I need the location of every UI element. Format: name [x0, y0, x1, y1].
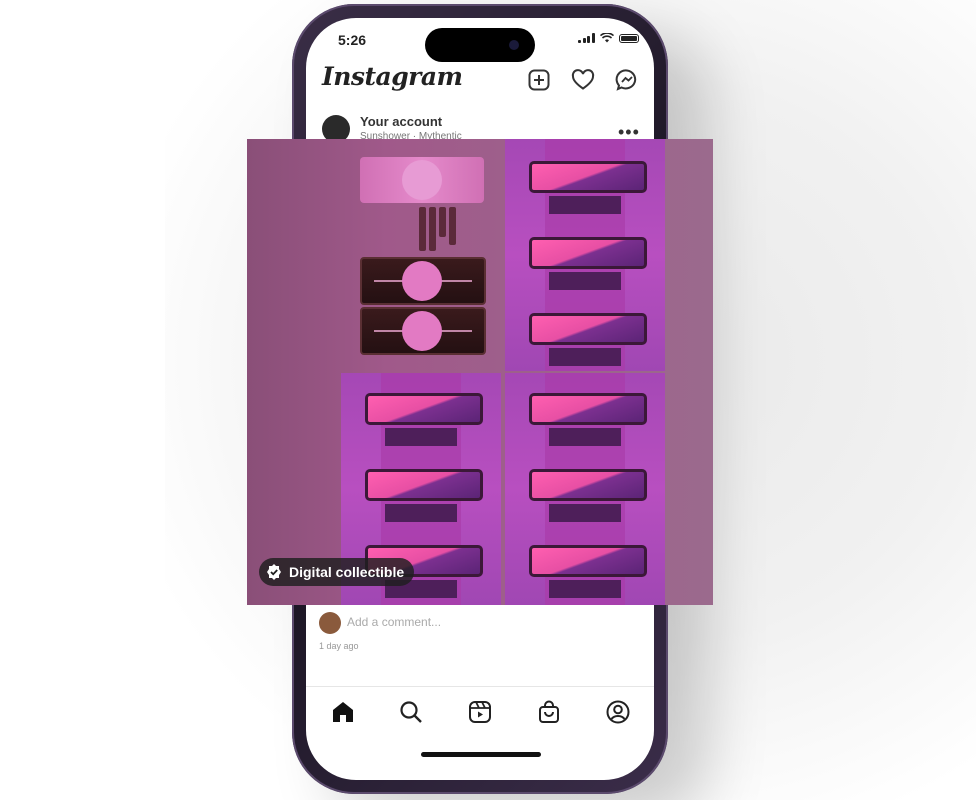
home-indicator[interactable]	[421, 752, 541, 757]
messenger-icon[interactable]	[615, 68, 639, 92]
status-icons	[578, 33, 639, 43]
art-control-panel	[360, 307, 486, 355]
dynamic-island	[425, 28, 535, 62]
art-top-panel	[360, 157, 484, 203]
badge-label: Digital collectible	[289, 564, 405, 580]
reels-icon[interactable]	[467, 699, 493, 725]
digital-collectible-badge[interactable]: Digital collectible	[259, 558, 415, 586]
post-timestamp: 1 day ago	[319, 641, 359, 651]
account-name[interactable]: Your account	[360, 114, 442, 129]
comment-input[interactable]: Add a comment...	[347, 615, 441, 629]
verified-shield-icon	[267, 564, 281, 580]
art-tile	[505, 373, 665, 605]
instagram-logo[interactable]: Instagram	[322, 62, 463, 91]
cellular-icon	[578, 33, 595, 43]
shop-icon[interactable]	[536, 699, 562, 725]
search-icon[interactable]	[398, 699, 424, 725]
post-image[interactable]	[247, 139, 713, 605]
home-icon[interactable]	[330, 699, 356, 725]
status-time: 5:26	[338, 32, 367, 48]
wifi-icon	[599, 33, 614, 43]
heart-icon[interactable]	[571, 68, 595, 92]
profile-icon[interactable]	[605, 699, 631, 725]
comment-avatar	[319, 612, 341, 634]
new-post-icon[interactable]	[527, 68, 551, 92]
art-tile	[505, 139, 665, 371]
battery-icon	[618, 33, 639, 43]
tab-bar-divider	[306, 686, 654, 687]
art-control-panel	[360, 257, 486, 305]
art-sliders	[419, 207, 456, 251]
